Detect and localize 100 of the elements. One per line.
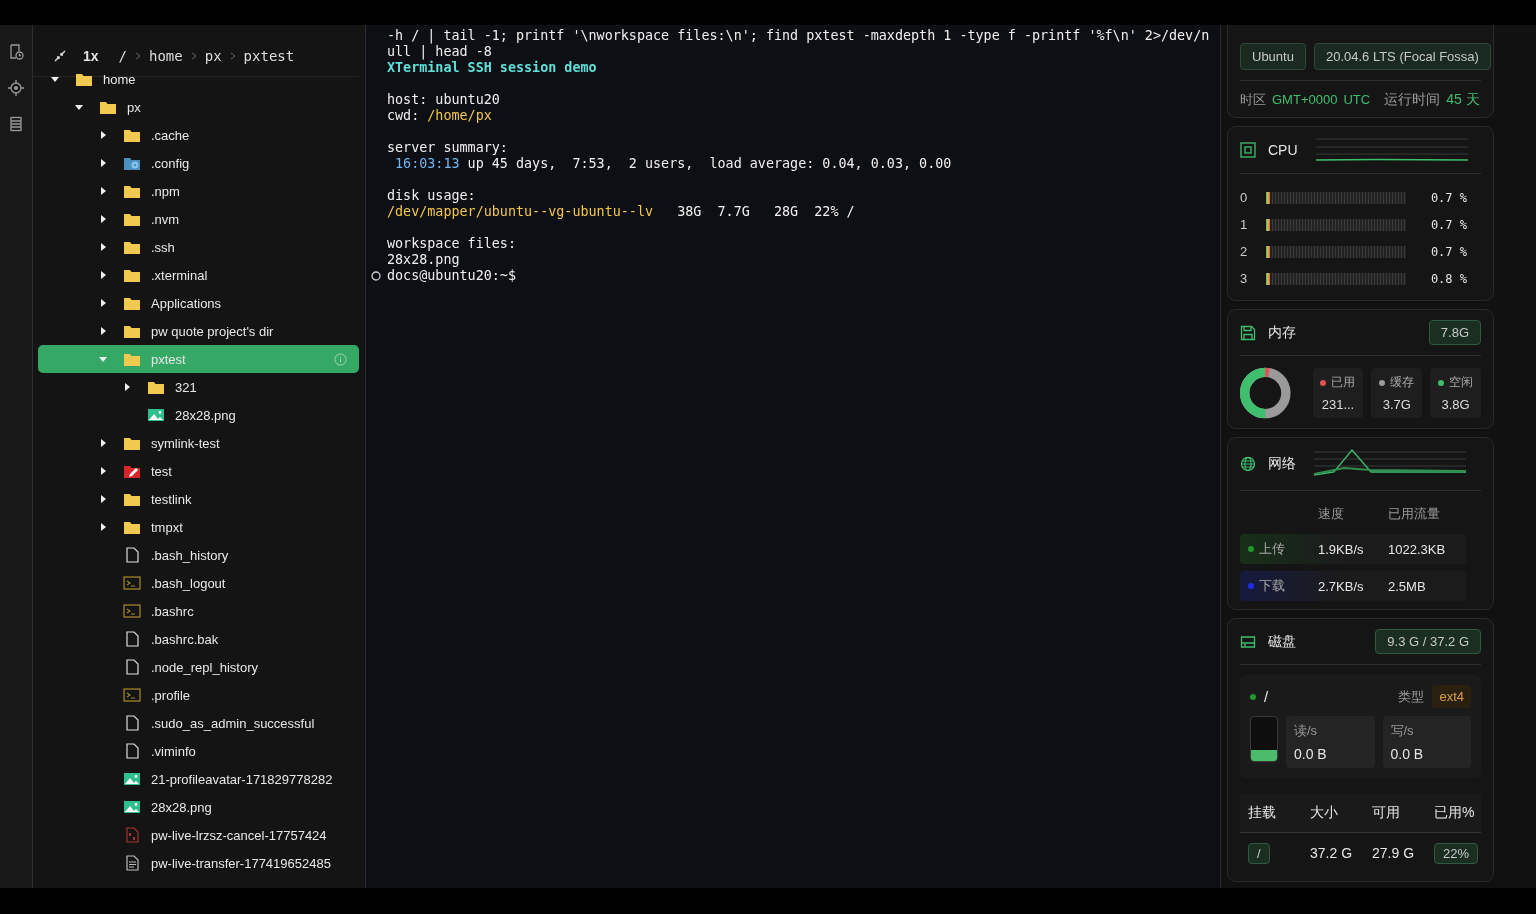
core-number: 2 xyxy=(1240,244,1249,259)
caret-right-icon[interactable] xyxy=(99,523,107,531)
folder-icon xyxy=(123,491,141,507)
file-name[interactable]: test xyxy=(151,463,172,479)
folder-icon xyxy=(99,99,117,115)
caret-right-icon[interactable] xyxy=(99,187,107,195)
tree-row[interactable]: px xyxy=(38,93,359,121)
file-name[interactable]: 28x28.png xyxy=(151,799,212,815)
tree-row[interactable]: .bashrc.bak xyxy=(38,625,359,653)
uptime-value: 45 天 xyxy=(1446,91,1480,109)
file-name[interactable]: .config xyxy=(151,155,190,171)
caret-right-icon[interactable] xyxy=(99,467,107,475)
file-name[interactable]: .profile xyxy=(151,687,191,703)
tree-row[interactable]: .bash_logout xyxy=(38,569,359,597)
caret-right-icon[interactable] xyxy=(99,271,107,279)
caret-right-icon[interactable] xyxy=(123,383,131,391)
tree-row[interactable]: .bashrc xyxy=(38,597,359,625)
file-name[interactable]: 28x28.png xyxy=(175,407,236,423)
file-name[interactable]: .bash_logout xyxy=(151,575,226,591)
zoom-level[interactable]: 1x xyxy=(83,48,99,64)
file-name[interactable]: .cache xyxy=(151,127,190,143)
file-name[interactable]: 321 xyxy=(175,379,197,395)
file-name[interactable]: symlink-test xyxy=(151,435,220,451)
list-icon[interactable] xyxy=(8,116,24,132)
caret-right-icon[interactable] xyxy=(99,159,107,167)
caret-right-icon[interactable] xyxy=(99,131,107,139)
tree-row[interactable]: .bash_history xyxy=(38,541,359,569)
core-usage-reading: 0.7 % xyxy=(1430,217,1467,232)
file-name[interactable]: .bashrc.bak xyxy=(151,631,219,647)
collapse-icon[interactable] xyxy=(53,49,67,63)
caret-down-icon[interactable] xyxy=(51,75,59,83)
tree-row[interactable]: .cache xyxy=(38,121,359,149)
terminal-text: /home/px xyxy=(427,108,492,123)
folder-icon xyxy=(123,519,141,535)
file-name[interactable]: 21-profileavatar-171829778282 xyxy=(151,771,333,787)
caret-down-icon[interactable] xyxy=(75,103,83,111)
file-name[interactable]: testlink xyxy=(151,491,192,507)
breadcrumb-item[interactable]: px xyxy=(204,48,222,64)
file-name[interactable]: pw quote project's dir xyxy=(151,323,274,339)
tree-row[interactable]: .viminfo xyxy=(38,737,359,765)
folder-icon xyxy=(123,211,141,227)
tree-row[interactable]: Applications xyxy=(38,289,359,317)
memory-stat-value: 3.8G xyxy=(1441,397,1470,412)
tree-row[interactable]: pw-live-lrzsz-cancel-17757424 xyxy=(38,821,359,849)
folder-icon xyxy=(123,435,141,451)
tree-row[interactable]: 21-profileavatar-171829778282 xyxy=(38,765,359,793)
file-name[interactable]: pw-live-transfer-177419652485 xyxy=(151,855,331,871)
tree-row[interactable]: pw quote project's dir xyxy=(38,317,359,345)
file-name[interactable]: home xyxy=(103,71,136,87)
tree-row[interactable]: .nvm xyxy=(38,205,359,233)
tree-row[interactable]: test xyxy=(38,457,359,485)
tree-row[interactable]: .npm xyxy=(38,177,359,205)
tree-row[interactable]: 28x28.png xyxy=(38,401,359,429)
breadcrumb-item[interactable]: home xyxy=(149,48,183,64)
folder-icon xyxy=(123,267,141,283)
timezone-label: 时区 xyxy=(1240,91,1266,109)
breadcrumb-item[interactable]: pxtest xyxy=(243,48,295,64)
tree-row[interactable]: tmpxt xyxy=(38,513,359,541)
file-name[interactable]: tmpxt xyxy=(151,519,183,535)
caret-right-icon[interactable] xyxy=(99,299,107,307)
file-name[interactable]: .bash_history xyxy=(151,547,229,563)
history-icon[interactable] xyxy=(8,44,24,60)
file-name[interactable]: .nvm xyxy=(151,211,180,227)
file-name[interactable]: .sudo_as_admin_successful xyxy=(151,715,315,731)
file-name[interactable]: .xterminal xyxy=(151,267,208,283)
tree-row[interactable]: testlink xyxy=(38,485,359,513)
caret-right-icon[interactable] xyxy=(99,439,107,447)
caret-right-icon[interactable] xyxy=(99,495,107,503)
file-name[interactable]: .npm xyxy=(151,183,180,199)
file-name[interactable]: px xyxy=(127,99,141,115)
tree-row[interactable]: home xyxy=(38,65,359,93)
folder-icon xyxy=(123,295,141,311)
file-name[interactable]: Applications xyxy=(151,295,222,311)
tree-row[interactable]: .config xyxy=(38,149,359,177)
breadcrumb-item[interactable]: / xyxy=(118,48,127,64)
tree-row[interactable]: .xterminal xyxy=(38,261,359,289)
tree-row[interactable]: pw-live-transfer-177419652485 xyxy=(38,849,359,877)
file-name[interactable]: .viminfo xyxy=(151,743,196,759)
locate-icon[interactable] xyxy=(8,80,24,96)
file-name[interactable]: pw-live-lrzsz-cancel-17757424 xyxy=(151,827,327,843)
file-name[interactable]: .ssh xyxy=(151,239,175,255)
uptime-label: 运行时间 xyxy=(1384,91,1441,109)
tree-row[interactable]: .profile xyxy=(38,681,359,709)
caret-right-icon[interactable] xyxy=(99,243,107,251)
tree-row[interactable]: symlink-test xyxy=(38,429,359,457)
tree-row[interactable]: 321 xyxy=(38,373,359,401)
terminal-text: host: ubuntu20 xyxy=(387,92,500,107)
tree-row[interactable]: 28x28.png xyxy=(38,793,359,821)
io-value: 0.0 B xyxy=(1294,746,1328,762)
used-percent-tag: 22% xyxy=(1434,843,1479,864)
file-name[interactable]: .node_repl_history xyxy=(151,659,258,675)
core-number: 1 xyxy=(1240,217,1249,232)
file-name[interactable]: .bashrc xyxy=(151,603,194,619)
caret-right-icon[interactable] xyxy=(99,215,107,223)
caret-right-icon[interactable] xyxy=(99,327,107,335)
tree-row[interactable]: .sudo_as_admin_successful xyxy=(38,709,359,737)
mount-point: / xyxy=(1264,688,1269,705)
tree-row[interactable]: .ssh xyxy=(38,233,359,261)
tree-row[interactable]: .node_repl_history xyxy=(38,653,359,681)
terminal-text: ull | head -8 xyxy=(387,44,492,59)
